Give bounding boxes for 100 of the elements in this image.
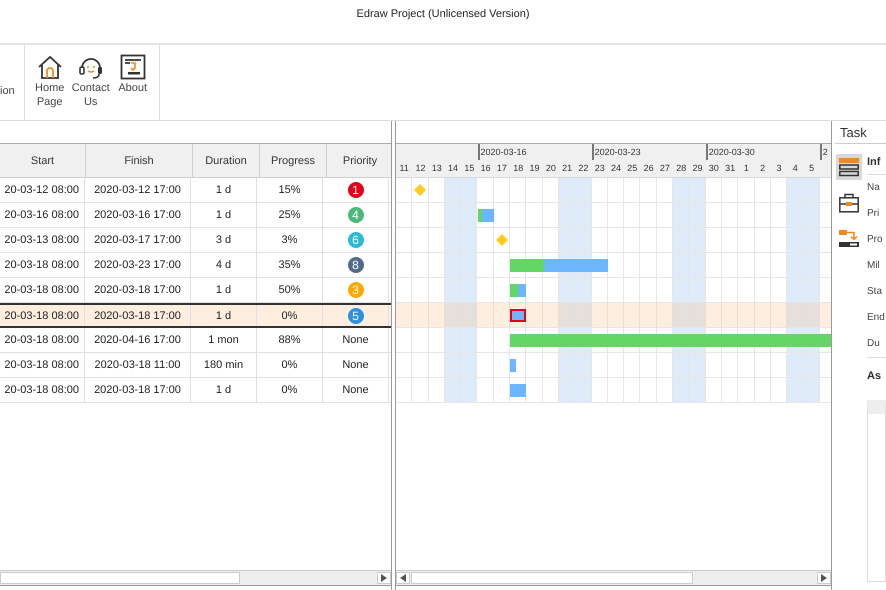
table-cell: 20-03-18 08:00 [0,278,85,302]
table-cell: 20-03-18 08:00 [0,253,85,277]
field-label: End [867,311,886,325]
milestone-diamond[interactable] [496,234,508,246]
table-cell: 20-03-18 08:00 [0,378,85,402]
table-cell: 3 d [191,228,257,252]
column-header[interactable]: Progress [260,144,327,177]
day-label: 29 [691,162,704,175]
ribbon-button[interactable]: Home Page [30,45,69,109]
table-cell: 15% [257,178,323,202]
field-label: Pro [867,233,884,247]
day-label: 3 [775,162,782,175]
column-header[interactable]: Priority [327,144,391,177]
table-cell: None [323,353,389,377]
ribbon-button[interactable]: About [112,45,153,95]
table-row[interactable]: 20-03-18 08:00 2020-03-18 17:00 1 d 0% None [0,378,391,403]
task-bar[interactable] [510,284,526,297]
day-label: 19 [528,162,541,175]
table-cell: 50% [257,278,323,302]
priority-badge: 5 [348,308,364,324]
day-label: 12 [414,162,426,175]
table-row[interactable]: 20-03-18 08:00 2020-03-18 17:00 1 d 50% 3 [0,278,391,303]
table-cell: 20-03-16 08:00 [0,203,85,227]
table-cell: 2020-03-17 17:00 [85,228,191,252]
priority-badge: 1 [348,182,364,198]
table-cell: 1 d [191,178,257,202]
table-cell: 0% [257,378,323,402]
table-row[interactable]: 20-03-18 08:00 2020-04-16 17:00 1 mon 88% None [0,328,391,353]
day-label: 24 [610,162,622,175]
day-label: 23 [594,162,606,175]
day-label: 11 [398,162,410,175]
transfer-icon [838,228,860,250]
task-bar[interactable] [510,384,526,397]
task-bar[interactable] [478,209,494,222]
table-cell: 1 d [191,203,257,227]
table-cell: 2020-03-18 17:00 [85,305,191,326]
day-label: 13 [430,162,443,175]
table-cell: 20-03-13 08:00 [0,228,85,252]
ribbon-label[interactable]: ion [0,85,15,97]
priority-badge: 6 [348,232,364,248]
table-cell: 25% [257,203,323,227]
field-label: Sta [867,285,884,299]
panel-tab[interactable]: Task [834,121,886,143]
day-label: 20 [544,162,557,175]
table-cell: 1 d [191,378,257,402]
table-cell: 4 d [191,253,257,277]
day-label: 31 [724,162,736,175]
day-label: 1 [742,162,750,175]
table-cell: 1 d [191,305,257,326]
table-row[interactable]: 20-03-18 08:00 2020-03-23 17:00 4 d 35% 8 [0,253,391,278]
table-row[interactable]: 20-03-13 08:00 2020-03-17 17:00 3 d 3% 6 [0,228,391,253]
table-cell: 20-03-18 08:00 [0,353,85,377]
day-label: 17 [496,162,508,175]
right-arrow-icon[interactable] [381,574,387,582]
table-cell: 0% [257,305,323,326]
table-cell: 2020-03-18 17:00 [85,378,191,402]
table-cell: 2020-03-18 11:00 [85,353,191,377]
table-cell: 0% [257,353,323,377]
day-label: 22 [577,162,590,175]
table-row[interactable]: 20-03-18 08:00 2020-03-18 17:00 1 d 0% 5 [0,303,391,328]
horizontal-scrollbar[interactable] [0,570,391,586]
briefcase-icon [838,192,860,214]
table-row[interactable]: 20-03-12 08:00 2020-03-12 17:00 1 d 15% 1 [0,178,391,203]
table-cell: 35% [257,253,323,277]
about-icon [118,53,147,81]
table-cell: 180 min [191,353,257,377]
table-cell: 3% [257,228,323,252]
horizontal-scrollbar[interactable] [396,570,831,586]
day-label: 16 [480,162,492,175]
priority-badge: 3 [348,282,364,298]
day-label: 28 [675,162,688,175]
window-title: Edraw Project (Unlicensed Version) [356,8,530,22]
table-row[interactable]: 20-03-16 08:00 2020-03-16 17:00 1 d 25% 4 [0,203,391,228]
ribbon-button[interactable]: Contact Us [68,45,113,109]
right-arrow-icon[interactable] [821,574,827,582]
day-label: 15 [463,162,476,175]
panel-icon-button[interactable] [836,154,862,180]
column-header[interactable]: Duration [193,144,260,177]
table-cell: 2020-03-12 17:00 [85,178,191,202]
table-cell: 2020-04-16 17:00 [85,328,191,352]
priority-badge: 8 [348,257,364,273]
table-cell: None [323,378,389,402]
field-label: Pri [867,207,880,221]
home-icon [36,53,64,81]
table-cell: 1 d [191,278,257,302]
day-label: 4 [792,162,799,175]
milestone-diamond[interactable] [414,184,426,196]
table-cell: None [323,328,389,352]
day-label: 21 [561,162,574,175]
column-header[interactable]: Finish [86,144,193,177]
field-label: Mil [867,259,881,273]
day-label: 25 [626,162,638,175]
table-cell: 20-03-18 08:00 [0,305,85,326]
table-row[interactable]: 20-03-18 08:00 2020-03-18 11:00 180 min 0% None [0,353,391,378]
table-cell: 1 mon [191,328,257,352]
task-bar[interactable] [510,309,526,322]
left-arrow-icon[interactable] [400,574,406,582]
table-cell: 2020-03-23 17:00 [85,253,191,277]
column-header[interactable]: Start [0,144,86,177]
day-label: 5 [808,162,816,175]
